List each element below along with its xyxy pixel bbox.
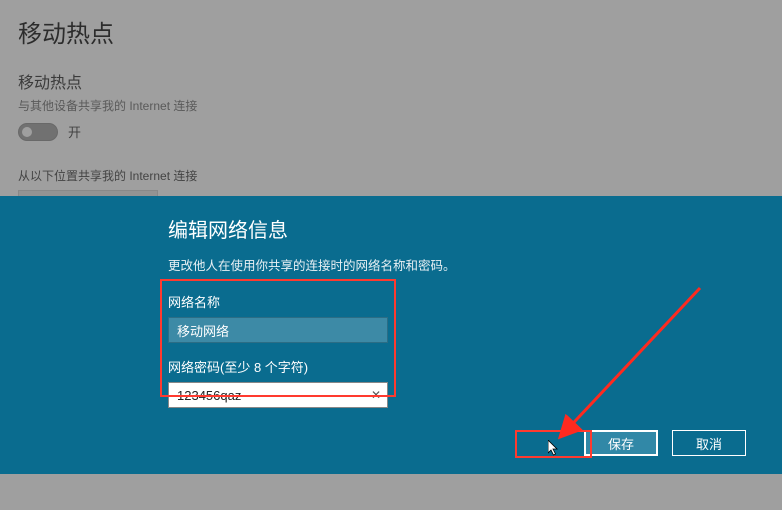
network-password-label: 网络密码(至少 8 个字符) — [168, 357, 782, 376]
network-name-input[interactable] — [168, 317, 388, 343]
dialog-title: 编辑网络信息 — [168, 214, 782, 243]
clear-input-icon[interactable]: ✕ — [364, 382, 388, 408]
save-button[interactable]: 保存 — [584, 430, 658, 456]
edit-network-dialog: 编辑网络信息 更改他人在使用你共享的连接时的网络名称和密码。 网络名称 网络密码… — [0, 196, 782, 474]
dialog-description: 更改他人在使用你共享的连接时的网络名称和密码。 — [168, 255, 782, 274]
network-name-label: 网络名称 — [168, 292, 782, 311]
network-password-input[interactable] — [168, 382, 388, 408]
cancel-button[interactable]: 取消 — [672, 430, 746, 456]
cursor-icon — [548, 440, 560, 456]
